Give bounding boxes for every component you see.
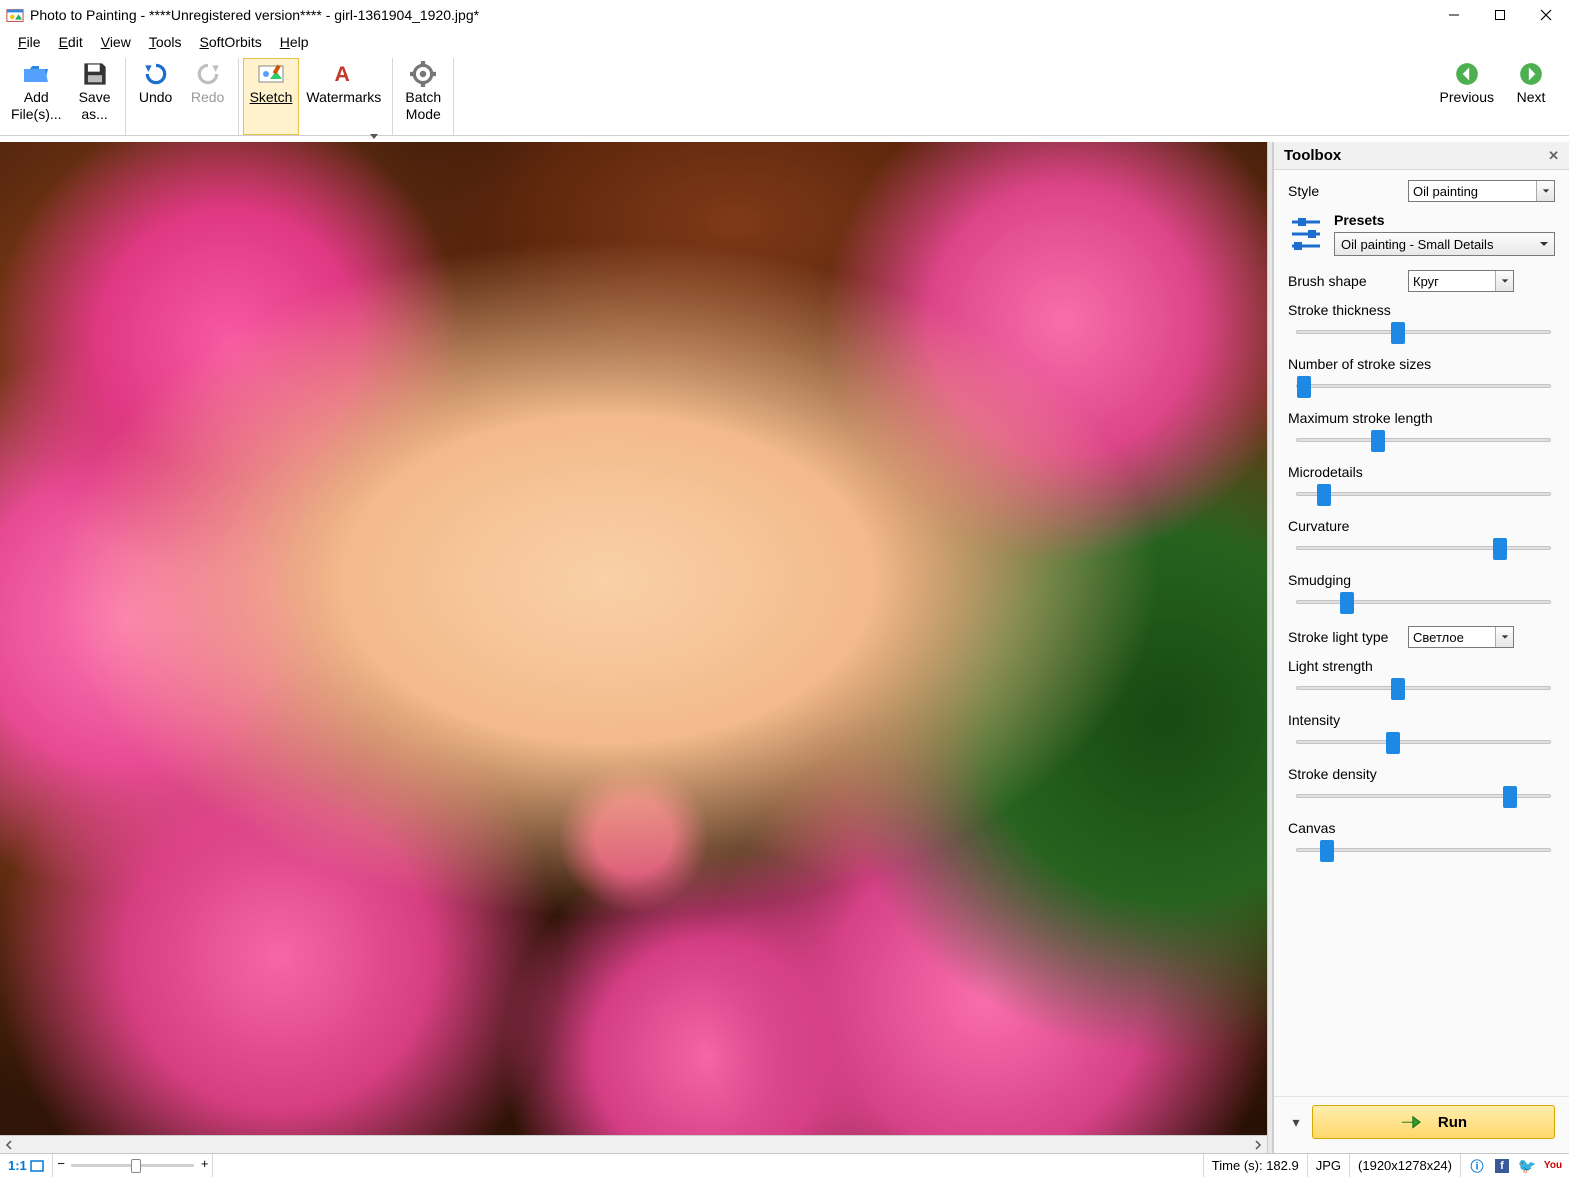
twitter-icon[interactable]: 🐦 (1519, 1158, 1535, 1174)
menu-help[interactable]: Help (272, 32, 317, 52)
window-title: Photo to Painting - ****Unregistered ver… (30, 7, 1431, 23)
slider-label: Stroke density (1288, 766, 1555, 782)
stroke-light-label: Stroke light type (1288, 629, 1408, 645)
facebook-icon[interactable]: f (1495, 1159, 1509, 1173)
style-label: Style (1288, 183, 1408, 199)
slider-label: Smudging (1288, 572, 1555, 588)
fit-screen-icon (30, 1160, 44, 1172)
close-button[interactable] (1523, 0, 1569, 30)
slider-microdetails[interactable] (1296, 482, 1551, 506)
slider-smudging[interactable] (1296, 590, 1551, 614)
scroll-down-icon[interactable]: ▾ (1288, 1114, 1304, 1131)
minimize-button[interactable] (1431, 0, 1477, 30)
brush-shape-label: Brush shape (1288, 273, 1408, 289)
style-select[interactable]: Oil painting (1408, 180, 1555, 202)
chevron-down-icon (1534, 233, 1554, 255)
watermark-icon: A (331, 63, 357, 85)
menubar: File Edit View Tools SoftOrbits Help (0, 30, 1569, 54)
watermarks-button[interactable]: A Watermarks (299, 58, 388, 135)
sketch-button[interactable]: Sketch (243, 58, 300, 135)
sketch-icon (258, 63, 284, 85)
next-icon (1518, 63, 1544, 85)
run-button[interactable]: Run (1312, 1105, 1555, 1139)
undo-button[interactable]: Undo (130, 58, 182, 135)
presets-label: Presets (1334, 212, 1555, 228)
slider-light-strength[interactable] (1296, 676, 1551, 700)
slider-label: Intensity (1288, 712, 1555, 728)
chevron-down-icon (1536, 181, 1554, 201)
add-files-button[interactable]: Add File(s)... (4, 58, 69, 135)
slider-maximum-stroke-length[interactable] (1296, 428, 1551, 452)
toolbox-header: Toolbox ✕ (1274, 142, 1569, 170)
status-dimensions: (1920x1278x24) (1350, 1154, 1461, 1177)
previous-button[interactable]: Previous (1433, 58, 1501, 135)
slider-label: Canvas (1288, 820, 1555, 836)
redo-button[interactable]: Redo (182, 58, 234, 135)
slider-label: Number of stroke sizes (1288, 356, 1555, 372)
next-button[interactable]: Next (1505, 58, 1557, 135)
brush-shape-select[interactable]: Круг (1408, 270, 1514, 292)
titlebar: Photo to Painting - ****Unregistered ver… (0, 0, 1569, 30)
slider-number-of-stroke-sizes[interactable] (1296, 374, 1551, 398)
save-as-button[interactable]: Save as... (69, 58, 121, 135)
toolbox-close-icon[interactable]: ✕ (1548, 148, 1559, 164)
menu-edit[interactable]: Edit (51, 32, 91, 52)
slider-label: Microdetails (1288, 464, 1555, 480)
scroll-right-icon[interactable] (1249, 1136, 1267, 1153)
youtube-icon[interactable]: You (1545, 1158, 1561, 1174)
slider-label: Light strength (1288, 658, 1555, 674)
chevron-down-icon (1495, 271, 1513, 291)
zoom-slider[interactable]: − + (53, 1154, 213, 1177)
image-preview (0, 142, 1267, 1135)
menu-softorbits[interactable]: SoftOrbits (192, 32, 270, 52)
menu-file[interactable]: File (10, 32, 49, 52)
statusbar: 1:1 − + Time (s): 182.9 JPG (1920x1278x2… (0, 1153, 1569, 1177)
run-arrow-icon (1400, 1113, 1422, 1131)
horizontal-scrollbar[interactable] (0, 1135, 1267, 1153)
open-folder-icon (23, 63, 49, 85)
canvas-view[interactable] (0, 142, 1267, 1135)
presets-select[interactable]: Oil painting - Small Details (1334, 232, 1555, 256)
redo-icon (195, 63, 221, 85)
presets-icon (1288, 212, 1324, 250)
slider-stroke-density[interactable] (1296, 784, 1551, 808)
zoom-out-icon[interactable]: − (57, 1156, 65, 1171)
info-icon[interactable]: ⓘ (1469, 1158, 1485, 1174)
zoom-11-button[interactable]: 1:1 (0, 1154, 53, 1177)
status-time: Time (s): 182.9 (1204, 1154, 1308, 1177)
save-icon (82, 63, 108, 85)
scroll-left-icon[interactable] (0, 1136, 18, 1153)
menu-tools[interactable]: Tools (141, 32, 190, 52)
previous-icon (1454, 63, 1480, 85)
toolbar: Add File(s)... Save as... Undo Redo Sket… (0, 54, 1569, 136)
svg-text:A: A (334, 62, 349, 86)
slider-label: Stroke thickness (1288, 302, 1555, 318)
slider-curvature[interactable] (1296, 536, 1551, 560)
slider-label: Maximum stroke length (1288, 410, 1555, 426)
slider-intensity[interactable] (1296, 730, 1551, 754)
toolbox-panel: Toolbox ✕ Style Oil painting Presets (1273, 142, 1569, 1153)
app-icon (6, 7, 24, 23)
batch-mode-button[interactable]: Batch Mode (397, 58, 449, 135)
menu-view[interactable]: View (93, 32, 139, 52)
undo-icon (143, 63, 169, 85)
chevron-down-icon (1495, 627, 1513, 647)
maximize-button[interactable] (1477, 0, 1523, 30)
stroke-light-select[interactable]: Светлое (1408, 626, 1514, 648)
slider-canvas[interactable] (1296, 838, 1551, 862)
batch-icon (410, 63, 436, 85)
slider-stroke-thickness[interactable] (1296, 320, 1551, 344)
slider-label: Curvature (1288, 518, 1555, 534)
zoom-in-icon[interactable]: + (201, 1156, 209, 1171)
status-format: JPG (1308, 1154, 1350, 1177)
